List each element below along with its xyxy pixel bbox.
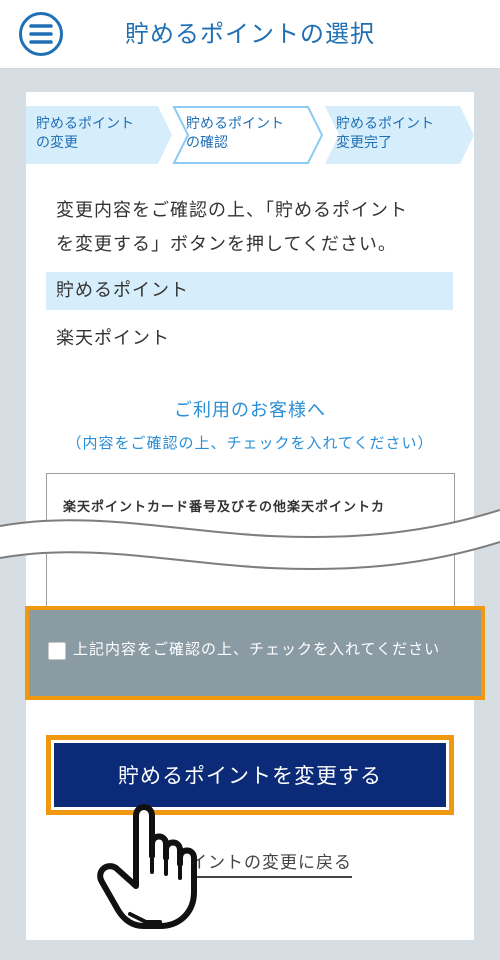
step-1-label: 貯めるポイント の変更 xyxy=(36,116,134,151)
agreement-label[interactable]: 上記内容をご確認の上、チェックを入れてください xyxy=(73,638,440,659)
agreement-checkbox[interactable] xyxy=(48,642,66,660)
cut-wave-divider xyxy=(0,509,500,570)
notice-subtitle: （内容をご確認の上、チェックを入れてください） xyxy=(66,434,434,452)
back-link[interactable]: イントの変更に戻る xyxy=(190,848,352,878)
agreement-panel: 上記内容をご確認の上、チェックを入れてください xyxy=(25,606,485,700)
instruction-text: 変更内容をご確認の上、「貯めるポイント を変更する」ボタンを押してください。 xyxy=(56,200,408,255)
section-label: 貯めるポイント xyxy=(56,280,189,301)
progress-steps: 貯めるポイント の変更 貯めるポイント の確認 貯めるポイント 変更完了 xyxy=(26,106,474,164)
notice-title: ご利用のお客様へ xyxy=(174,400,326,421)
app-header: 貯めるポイントの選択 xyxy=(0,0,500,69)
pointing-hand-icon xyxy=(97,804,197,929)
section-value: 楽天ポイント xyxy=(56,328,170,349)
step-2-label: 貯めるポイント の確認 xyxy=(186,116,284,151)
page-title: 貯めるポイントの選択 xyxy=(125,20,375,48)
step-3-label: 貯めるポイント 変更完了 xyxy=(336,116,434,151)
